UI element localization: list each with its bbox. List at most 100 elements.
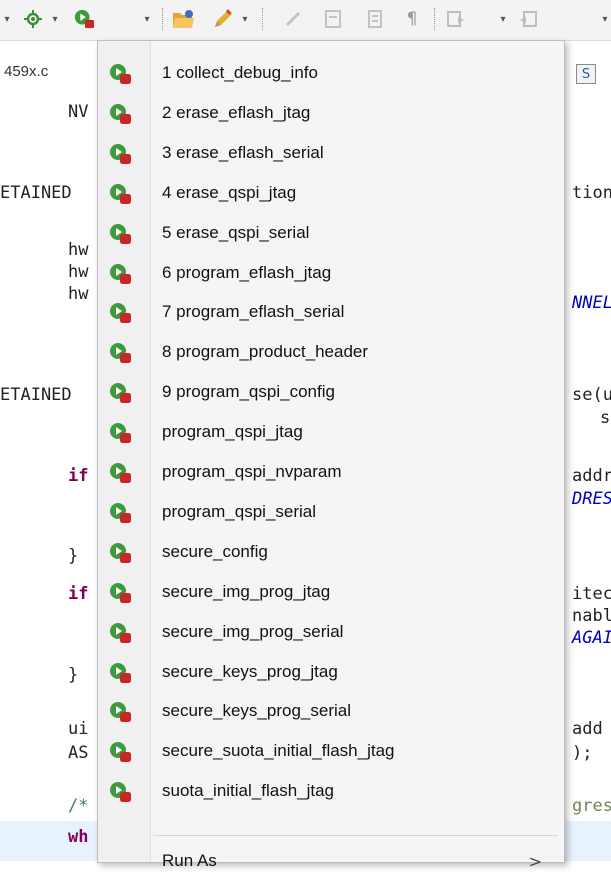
external-tool-run-icon bbox=[108, 142, 132, 166]
menu-item-label: 3 erase_eflash_serial bbox=[162, 142, 324, 162]
menu-item[interactable]: 3 erase_eflash_serial bbox=[98, 133, 564, 173]
menu-item-label: 4 erase_qspi_jtag bbox=[162, 182, 297, 202]
code-line: AS bbox=[68, 743, 89, 763]
code-line: ui bbox=[68, 719, 89, 739]
menu-item-label: secure_img_prog_jtag bbox=[162, 581, 331, 601]
menu-separator bbox=[153, 835, 558, 836]
code-line: addr bbox=[572, 466, 611, 486]
external-tool-run-icon bbox=[108, 301, 132, 325]
pencil-icon[interactable] bbox=[210, 8, 236, 30]
menu-item[interactable]: secure_suota_initial_flash_jtag bbox=[98, 731, 564, 771]
code-line: hw bbox=[68, 284, 89, 304]
code-line: AGAI bbox=[572, 627, 611, 649]
gear-icon[interactable] bbox=[20, 8, 46, 30]
menu-item[interactable]: secure_keys_prog_jtag bbox=[98, 652, 564, 692]
menu-item-label: program_qspi_nvparam bbox=[162, 462, 342, 481]
menu-item-label: 9 program_qspi_config bbox=[162, 382, 335, 402]
menu-item[interactable]: suota_initial_flash_jtag bbox=[98, 771, 564, 811]
dropdown-arrow-icon[interactable]: ▾ bbox=[498, 8, 508, 30]
folder-open-icon[interactable] bbox=[170, 8, 198, 30]
code-line: gres bbox=[572, 795, 611, 817]
menu-item-label: secure_keys_prog_serial bbox=[162, 701, 351, 721]
menu-item-label: 6 program_eflash_jtag bbox=[162, 262, 332, 282]
constant-text: NNEL bbox=[572, 293, 611, 313]
external-tool-run-icon bbox=[108, 541, 132, 565]
menu-item[interactable]: 6 program_eflash_jtag bbox=[98, 253, 564, 293]
external-tool-run-icon bbox=[108, 501, 132, 525]
menu-item[interactable]: secure_config bbox=[98, 532, 564, 572]
comment-text: gres bbox=[572, 796, 611, 816]
code-line: NV bbox=[68, 102, 89, 122]
code-line: hw bbox=[68, 240, 89, 260]
list-icon[interactable] bbox=[364, 8, 386, 30]
menu-item[interactable]: 2 erase_eflash_jtag bbox=[98, 93, 564, 133]
menu-item[interactable]: secure_keys_prog_serial bbox=[98, 691, 564, 731]
external-tool-run-icon bbox=[108, 661, 132, 685]
external-tool-run-icon bbox=[108, 341, 132, 365]
keyword-text: if bbox=[68, 584, 89, 604]
code-line: se(u bbox=[572, 385, 611, 405]
document-icon[interactable] bbox=[322, 8, 344, 30]
code-line: add bbox=[572, 719, 603, 739]
toolbar: ▾ ▾ ▾ ▾ ¶ ▾ ▾ bbox=[0, 0, 611, 41]
menu-item-label: 8 program_product_header bbox=[162, 342, 369, 362]
code-line: if bbox=[68, 465, 88, 487]
external-tool-run-icon bbox=[108, 222, 132, 246]
external-tool-run-icon bbox=[108, 780, 132, 804]
menu-item-label: program_qspi_serial bbox=[162, 501, 317, 521]
toolbar-separator bbox=[434, 8, 435, 30]
toolbar-separator bbox=[262, 8, 263, 30]
menu-item-label: 1 collect_debug_info bbox=[162, 63, 318, 82]
code-line: ); bbox=[572, 743, 593, 763]
code-line: tion bbox=[572, 183, 611, 203]
menu-item-run-as[interactable]: Run As > bbox=[98, 841, 564, 881]
external-tools-run-icon[interactable] bbox=[70, 8, 98, 30]
menu-item[interactable]: 9 program_qspi_config bbox=[98, 372, 564, 412]
dropdown-arrow-icon[interactable]: ▾ bbox=[2, 8, 12, 30]
dropdown-arrow-icon[interactable]: ▾ bbox=[240, 8, 250, 30]
menu-item-label: secure_img_prog_serial bbox=[162, 621, 344, 641]
menu-item[interactable]: program_qspi_nvparam bbox=[98, 452, 564, 492]
menu-item[interactable]: program_qspi_serial bbox=[98, 492, 564, 532]
menu-item-label: 7 program_eflash_serial bbox=[162, 302, 345, 322]
menu-item-label: Run As bbox=[162, 851, 217, 870]
external-tool-run-icon bbox=[108, 262, 132, 286]
external-tools-menu: 1 collect_debug_info 2 erase_eflash_jtag 3… bbox=[97, 40, 565, 871]
menu-item[interactable]: 4 erase_qspi_jtag bbox=[98, 173, 564, 213]
external-tool-run-icon bbox=[108, 740, 132, 764]
keyword-text: if bbox=[68, 466, 89, 486]
navigate-back-icon[interactable] bbox=[516, 8, 540, 30]
comment-text: /* bbox=[68, 796, 89, 816]
code-line: } bbox=[68, 665, 79, 685]
menu-item[interactable]: secure_img_prog_jtag bbox=[98, 572, 564, 612]
menu-item[interactable]: secure_img_prog_serial bbox=[98, 612, 564, 652]
dropdown-arrow-icon[interactable]: ▾ bbox=[600, 8, 610, 30]
external-tool-run-icon bbox=[108, 700, 132, 724]
code-line: /* bbox=[68, 795, 88, 817]
menu-item-label: secure_suota_initial_flash_jtag bbox=[162, 741, 395, 761]
source-file-icon[interactable]: S bbox=[576, 64, 596, 84]
navigate-icon[interactable] bbox=[444, 8, 468, 30]
menu-item[interactable]: program_qspi_jtag bbox=[98, 412, 564, 452]
code-line: ETAINED bbox=[0, 183, 72, 203]
dropdown-arrow-icon[interactable]: ▾ bbox=[50, 8, 60, 30]
keyword-text: wh bbox=[68, 827, 89, 847]
menu-item-label: suota_initial_flash_jtag bbox=[162, 781, 335, 801]
editor-tab[interactable]: 459x.c bbox=[0, 58, 99, 86]
submenu-arrow-icon: > bbox=[528, 851, 542, 871]
menu-item[interactable]: 1 collect_debug_info bbox=[98, 53, 564, 93]
pilcrow-icon[interactable]: ¶ bbox=[402, 8, 422, 30]
menu-item-label: secure_config bbox=[162, 541, 268, 561]
edit-icon[interactable] bbox=[282, 8, 304, 30]
external-tool-run-icon bbox=[108, 102, 132, 126]
code-line: } bbox=[68, 546, 79, 566]
menu-item[interactable]: 7 program_eflash_serial bbox=[98, 292, 564, 332]
external-tool-run-icon bbox=[108, 381, 132, 405]
code-line: DRES bbox=[572, 488, 611, 510]
constant-text: AGAI bbox=[572, 628, 611, 648]
dropdown-arrow-icon[interactable]: ▾ bbox=[142, 8, 152, 30]
menu-item[interactable]: 5 erase_qspi_serial bbox=[98, 213, 564, 253]
code-line: ETAINED bbox=[0, 385, 72, 405]
code-line: s bbox=[600, 408, 611, 428]
menu-item[interactable]: 8 program_product_header bbox=[98, 332, 564, 372]
